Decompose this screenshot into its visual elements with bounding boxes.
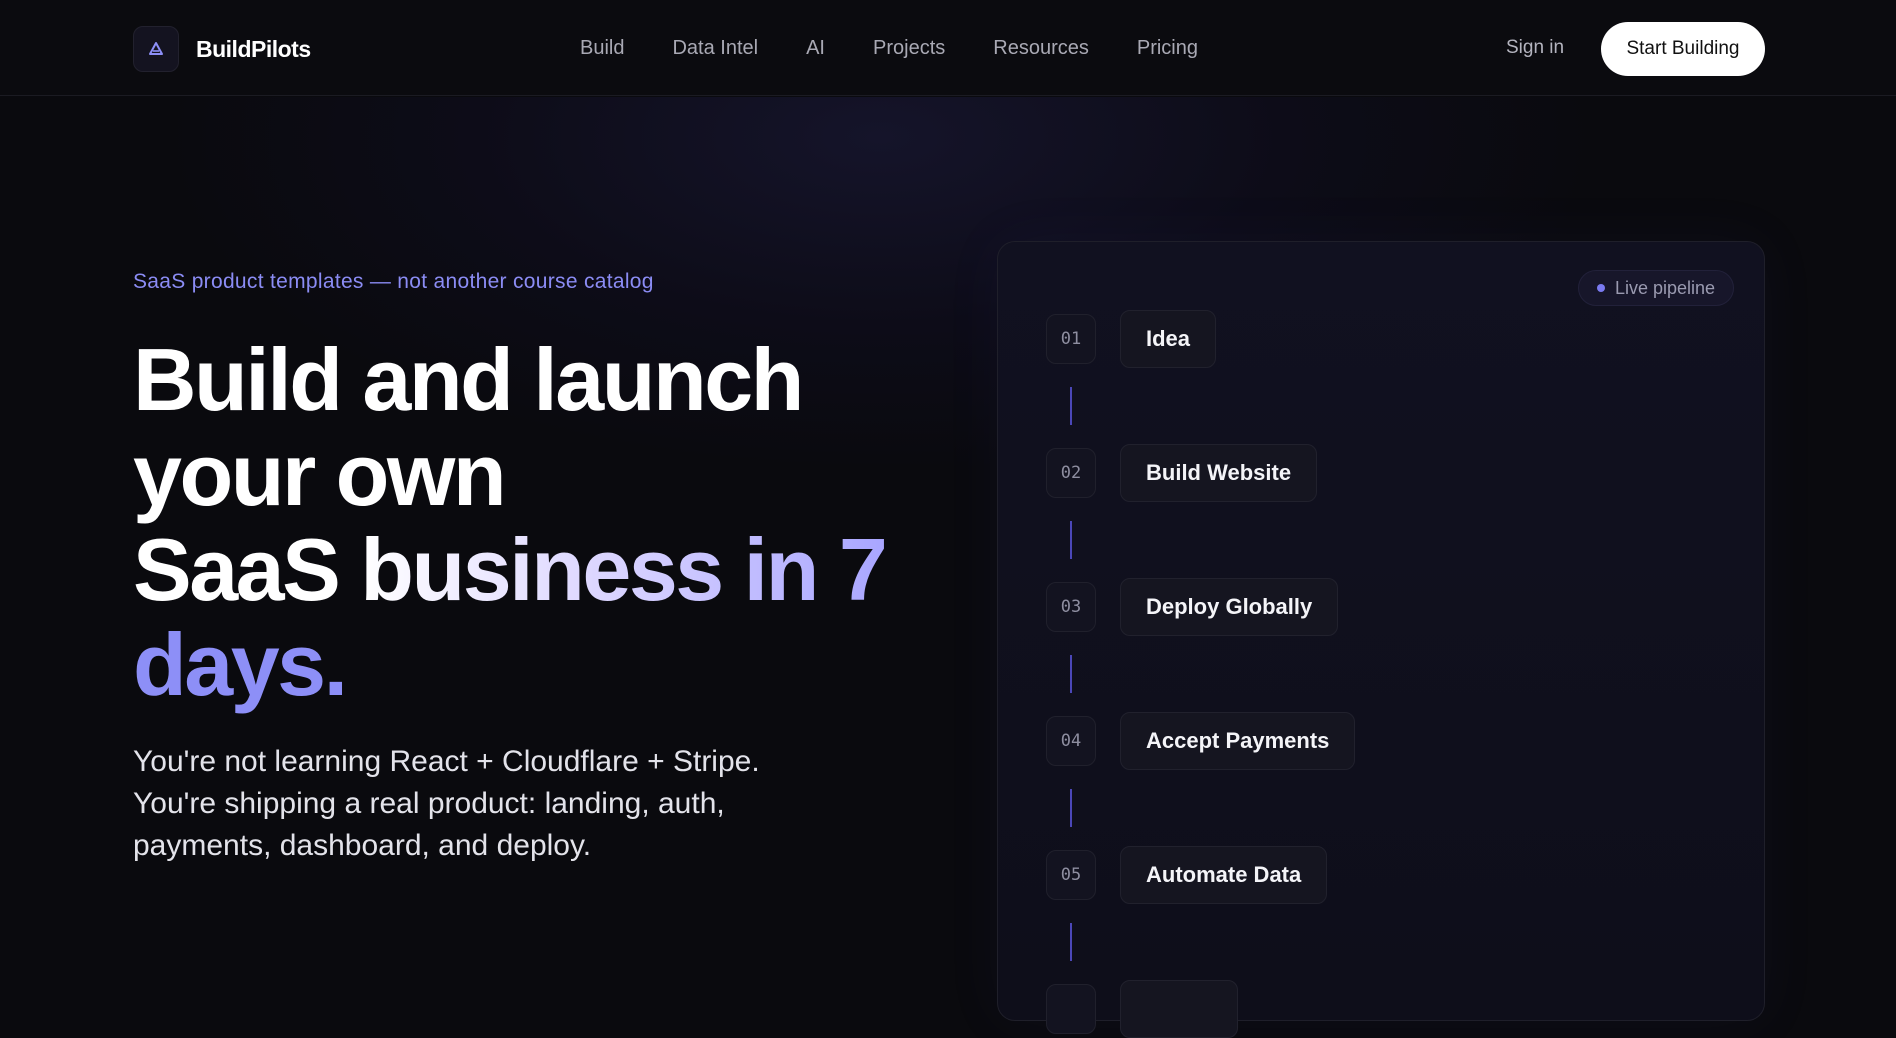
status-dot-icon [1597, 284, 1605, 292]
main-nav: Build Data Intel AI Projects Resources P… [580, 36, 1246, 60]
step-connector [1070, 655, 1072, 693]
pipeline-card: Live pipeline 01 Idea 02 Build Website 0… [997, 241, 1765, 1038]
step-label: Idea [1120, 310, 1217, 368]
step-connector [1070, 923, 1072, 961]
nav-link-build[interactable]: Build [580, 36, 624, 60]
hero-eyebrow: SaaS product templates — not another cou… [133, 270, 654, 293]
step-number: 03 [1046, 582, 1096, 632]
live-pipeline-badge: Live pipeline [1578, 270, 1735, 306]
step-connector [1070, 387, 1072, 425]
headline-highlight: business in 7 [360, 520, 888, 619]
step-number: 05 [1046, 850, 1096, 900]
step-number: 01 [1046, 314, 1096, 364]
hero-headline: Build and launch your own SaaS business … [133, 332, 933, 712]
pipeline-step-partial [1046, 980, 1238, 1038]
pipeline-step-automate-data: 05 Automate Data [1046, 846, 1328, 904]
step-connector [1070, 521, 1072, 559]
step-number [1046, 984, 1096, 1034]
nav-link-resources[interactable]: Resources [993, 36, 1089, 60]
pipeline-step-build-website: 02 Build Website [1046, 444, 1318, 502]
headline-line-1: Build and launch [133, 330, 804, 429]
hero-subtext-line: You're not learning React + Cloudflare +… [133, 745, 760, 778]
live-pipeline-label: Live pipeline [1615, 277, 1716, 298]
hero-subtext-line: You're shipping a real product: landing,… [133, 787, 725, 820]
headline-saas: SaaS [133, 520, 341, 619]
nav-link-projects[interactable]: Projects [873, 36, 945, 60]
step-label: Automate Data [1120, 846, 1328, 904]
step-label: Build Website [1120, 444, 1318, 502]
step-connector [1070, 789, 1072, 827]
headline-line-2: your own [133, 425, 507, 524]
step-number: 04 [1046, 716, 1096, 766]
pipeline-step-accept-payments: 04 Accept Payments [1046, 712, 1356, 770]
pipeline-step-deploy-globally: 03 Deploy Globally [1046, 578, 1339, 636]
nav-link-ai[interactable]: AI [806, 36, 825, 60]
step-label: Accept Payments [1120, 712, 1356, 770]
top-nav-bar: BuildPilots Build Data Intel AI Projects… [0, 0, 1896, 96]
headline-line-4: days. [133, 615, 348, 714]
nav-link-pricing[interactable]: Pricing [1137, 36, 1198, 60]
brand-logo[interactable]: BuildPilots [133, 25, 311, 73]
nav-link-data-intel[interactable]: Data Intel [672, 36, 758, 60]
sign-in-link[interactable]: Sign in [1506, 36, 1564, 60]
brand-name: BuildPilots [196, 35, 311, 62]
step-label: Deploy Globally [1120, 578, 1339, 636]
headline-line-3: SaaS business in 7 [133, 522, 933, 617]
hero-subtext: You're not learning React + Cloudflare +… [133, 741, 893, 867]
step-label [1120, 980, 1238, 1038]
step-number: 02 [1046, 448, 1096, 498]
pipeline-step-idea: 01 Idea [1046, 310, 1217, 368]
triangle-logo-icon [133, 26, 179, 72]
hero-subtext-line: payments, dashboard, and deploy. [133, 829, 592, 862]
start-building-button[interactable]: Start Building [1601, 22, 1765, 76]
